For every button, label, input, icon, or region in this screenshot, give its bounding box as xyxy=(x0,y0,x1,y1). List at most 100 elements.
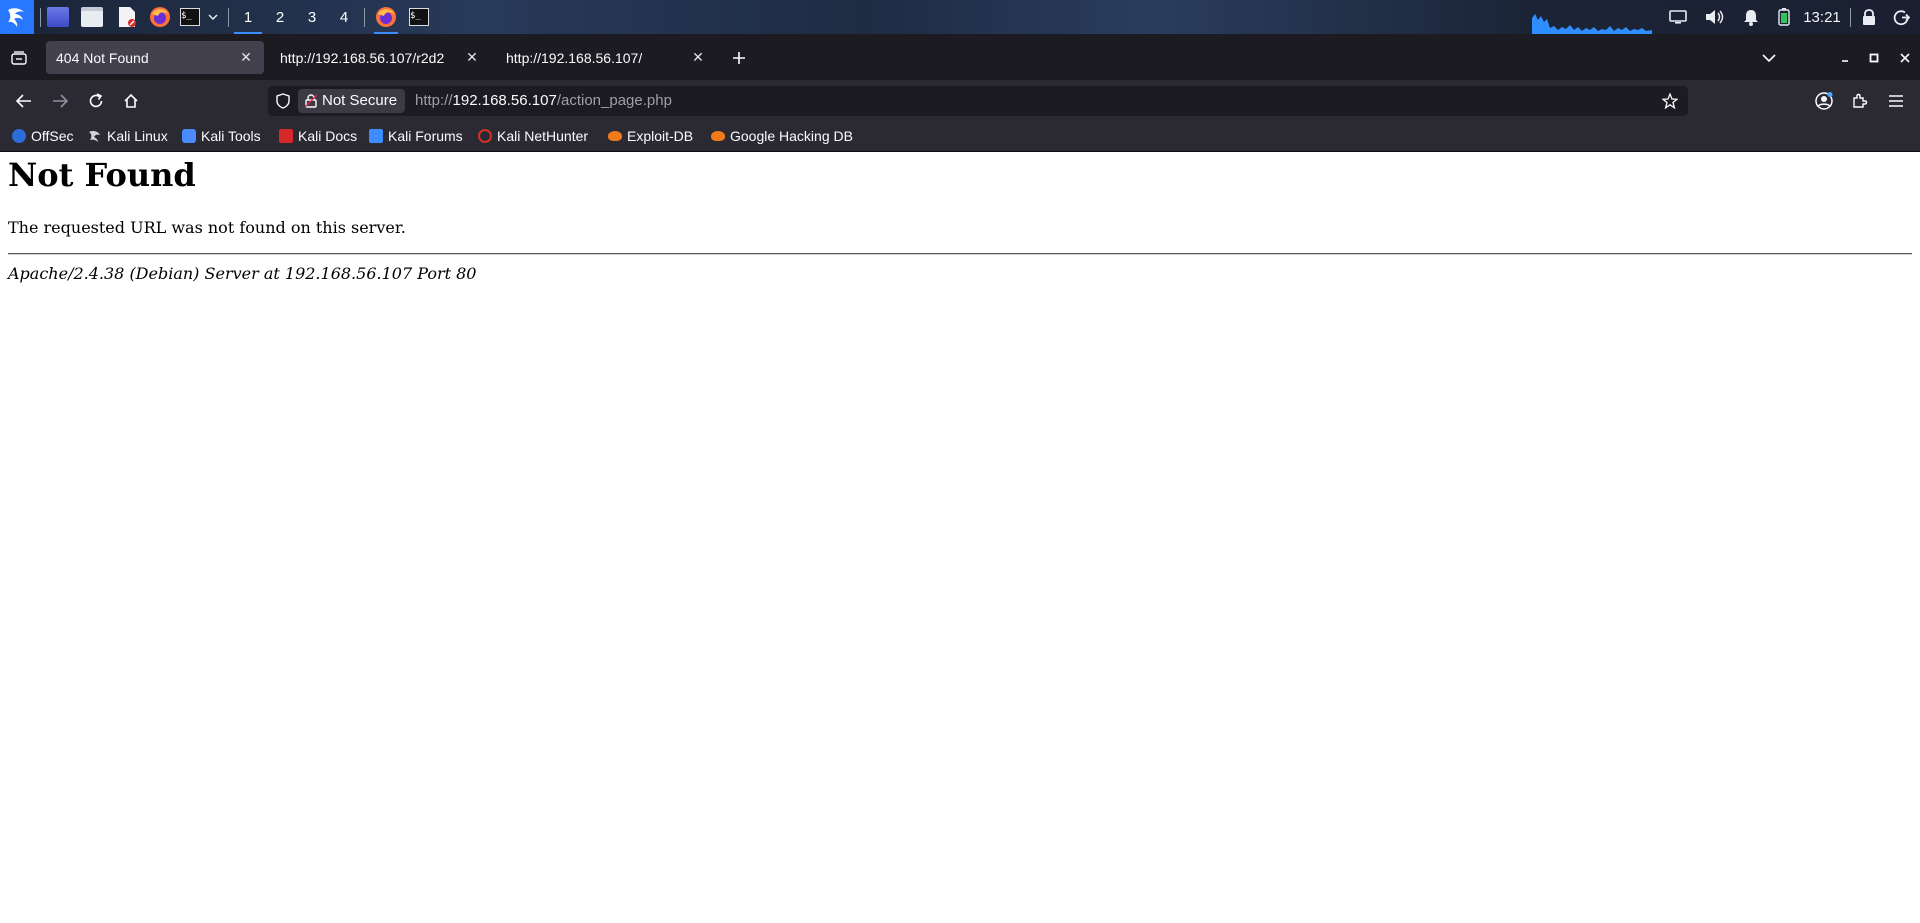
account-icon xyxy=(1815,92,1833,110)
browser-navigation-bar: Not Secure http://192.168.56.107/action_… xyxy=(0,80,1920,121)
bookmark-label: Kali Forums xyxy=(388,128,463,144)
kali-docs-icon xyxy=(279,129,293,143)
bookmark-label: Kali Tools xyxy=(201,128,261,144)
list-all-tabs-button[interactable] xyxy=(1758,47,1780,69)
workspace-1[interactable]: 1 xyxy=(233,0,263,34)
lock-icon[interactable] xyxy=(1859,0,1879,34)
bookmarks-toolbar: OffSec Kali Linux Kali Tools Kali Docs K… xyxy=(0,121,1920,152)
desktop-icon[interactable] xyxy=(45,0,71,34)
maximize-button[interactable] xyxy=(1863,47,1885,69)
firefox-view-icon[interactable] xyxy=(8,47,30,69)
workspace-label: 3 xyxy=(307,8,317,26)
terminal-window-button[interactable]: $_ xyxy=(406,0,432,34)
hamburger-menu-icon xyxy=(1889,95,1903,107)
bookmark-google-hacking-db[interactable]: Google Hacking DB xyxy=(711,121,853,151)
workspace-label: 1 xyxy=(243,8,253,26)
home-icon xyxy=(124,93,138,108)
close-window-button[interactable] xyxy=(1894,47,1916,69)
forward-button[interactable] xyxy=(48,89,72,113)
bookmark-label: Kali Linux xyxy=(107,128,168,144)
page-heading: Not Found xyxy=(8,156,196,194)
chevron-down-icon[interactable] xyxy=(205,0,221,34)
bookmark-label: Exploit-DB xyxy=(627,128,694,144)
tab-root[interactable]: http://192.168.56.107/ ✕ xyxy=(498,41,716,74)
workspace-label: 4 xyxy=(339,8,349,26)
kali-forums-icon xyxy=(369,129,383,143)
notification-bell-icon[interactable] xyxy=(1740,0,1762,34)
firefox-window-button[interactable] xyxy=(372,0,400,34)
tab-title: http://192.168.56.107/r2d2 xyxy=(280,49,445,66)
tracking-protection-shield-icon[interactable] xyxy=(274,92,292,110)
close-icon xyxy=(1900,53,1910,63)
arrow-right-icon xyxy=(53,94,68,108)
bookmark-label: OffSec xyxy=(31,128,74,144)
bookmark-label: Kali NetHunter xyxy=(497,128,589,144)
puzzle-icon xyxy=(1853,93,1868,108)
firefox-icon[interactable] xyxy=(148,0,172,34)
home-button[interactable] xyxy=(119,89,143,113)
bookmark-label: Kali Docs xyxy=(298,128,358,144)
bookmark-kali-nethunter[interactable]: Kali NetHunter xyxy=(478,121,588,151)
minimize-button[interactable] xyxy=(1834,47,1856,69)
text-editor-icon[interactable] xyxy=(115,0,139,34)
volume-icon[interactable] xyxy=(1702,0,1728,34)
workspace-label: 2 xyxy=(275,8,285,26)
kali-tools-icon xyxy=(182,129,196,143)
new-tab-button[interactable] xyxy=(728,47,750,69)
battery-icon[interactable] xyxy=(1774,0,1794,34)
url-path: /action_page.php xyxy=(556,92,672,109)
display-icon[interactable] xyxy=(1666,0,1690,34)
back-button[interactable] xyxy=(12,89,36,113)
workspace-4[interactable]: 4 xyxy=(329,0,359,34)
bookmark-offsec[interactable]: OffSec xyxy=(12,121,74,151)
taskbar-separator xyxy=(40,8,41,27)
not-secure-label: Not Secure xyxy=(322,92,398,109)
kali-nethunter-icon xyxy=(478,129,492,143)
taskbar-separator xyxy=(364,8,365,27)
arrow-left-icon xyxy=(16,94,31,108)
terminal-icon[interactable]: $_ xyxy=(179,0,201,34)
app-menu-button[interactable] xyxy=(1884,89,1908,113)
browser-tab-bar: 404 Not Found ✕ http://192.168.56.107/r2… xyxy=(0,34,1920,80)
page-content: Not Found The requested URL was not foun… xyxy=(0,152,1920,923)
tab-r2d2[interactable]: http://192.168.56.107/r2d2 ✕ xyxy=(272,41,490,74)
desktop-taskbar: $_ 1 2 3 4 $_ 13:21 xyxy=(0,0,1920,34)
clock-label: 13:21 xyxy=(1803,8,1841,26)
reload-icon xyxy=(89,93,103,108)
account-button[interactable] xyxy=(1812,89,1836,113)
clock[interactable]: 13:21 xyxy=(1800,0,1844,34)
file-manager-icon[interactable] xyxy=(79,0,105,34)
bookmark-star-icon[interactable] xyxy=(1661,92,1679,110)
offsec-icon xyxy=(12,129,26,143)
bookmark-kali-docs[interactable]: Kali Docs xyxy=(279,121,357,151)
url-host: 192.168.56.107 xyxy=(452,92,557,109)
insecure-lock-icon xyxy=(305,94,317,108)
bookmark-label: Google Hacking DB xyxy=(730,128,853,144)
extensions-button[interactable] xyxy=(1848,89,1872,113)
close-tab-icon[interactable]: ✕ xyxy=(238,49,254,65)
taskbar-separator xyxy=(228,8,229,27)
not-secure-indicator[interactable]: Not Secure xyxy=(298,89,406,113)
workspace-2[interactable]: 2 xyxy=(265,0,295,34)
address-bar[interactable]: Not Secure http://192.168.56.107/action_… xyxy=(268,86,1688,116)
kali-dragon-icon xyxy=(89,131,100,142)
reload-button[interactable] xyxy=(84,89,108,113)
taskbar-separator xyxy=(1850,8,1851,27)
server-signature: Apache/2.4.38 (Debian) Server at 192.168… xyxy=(8,264,477,283)
bookmark-kali-forums[interactable]: Kali Forums xyxy=(369,121,463,151)
workspace-3[interactable]: 3 xyxy=(297,0,327,34)
tab-404-not-found[interactable]: 404 Not Found ✕ xyxy=(46,41,264,74)
cpu-usage-graph xyxy=(1532,14,1652,34)
url-scheme: http:// xyxy=(415,92,453,109)
exploit-db-icon xyxy=(608,131,622,141)
close-tab-icon[interactable]: ✕ xyxy=(464,49,480,65)
bookmark-kali-tools[interactable]: Kali Tools xyxy=(182,121,261,151)
bookmark-exploit-db[interactable]: Exploit-DB xyxy=(608,121,693,151)
maximize-icon xyxy=(1869,53,1879,63)
close-tab-icon[interactable]: ✕ xyxy=(690,49,706,65)
url-text[interactable]: http://192.168.56.107/action_page.php xyxy=(415,86,672,116)
tab-title: http://192.168.56.107/ xyxy=(506,49,643,66)
logout-icon[interactable] xyxy=(1890,0,1912,34)
kali-menu-icon[interactable] xyxy=(0,0,34,34)
bookmark-kali-linux[interactable]: Kali Linux xyxy=(88,121,168,151)
